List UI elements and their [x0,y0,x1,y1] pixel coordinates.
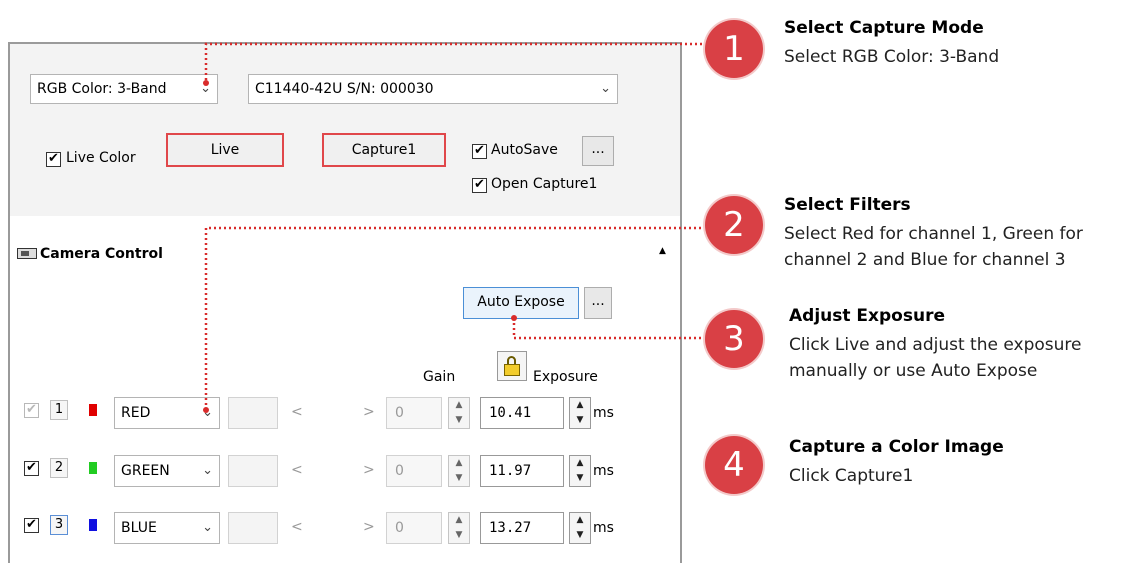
step-4-badge: 4 [705,436,763,494]
step-1-title: Select Capture Mode [784,18,984,38]
step-2-desc-line2: channel 2 and Blue for channel 3 [784,250,1066,270]
connector-line-2 [204,226,716,410]
step-2-badge: 2 [705,196,763,254]
step-3-desc-line2: manually or use Auto Expose [789,361,1038,381]
step-4-desc: Click Capture1 [789,466,914,486]
connector-line-1 [204,42,716,80]
connector-line-3 [512,318,716,340]
connector-lines [203,42,716,413]
step-4-title: Capture a Color Image [789,437,1004,457]
step-1-badge: 1 [705,20,763,78]
step-2-title: Select Filters [784,195,911,215]
step-2-desc-line1: Select Red for channel 1, Green for [784,224,1083,244]
step-3-title: Adjust Exposure [789,306,945,326]
step-3-badge: 3 [705,310,763,368]
step-3-desc-line1: Click Live and adjust the exposure [789,335,1082,355]
step-1-desc: Select RGB Color: 3-Band [784,47,1000,67]
